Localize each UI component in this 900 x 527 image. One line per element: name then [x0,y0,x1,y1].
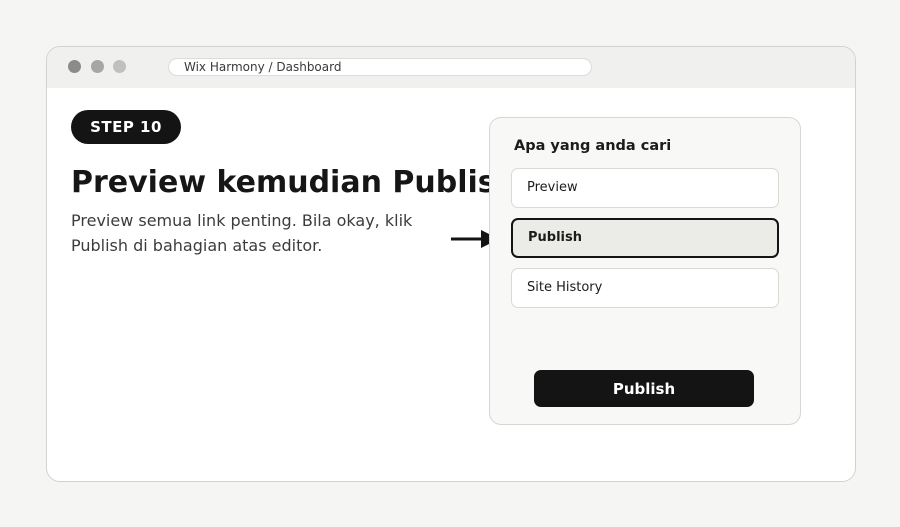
page-content: STEP 10 Preview kemudian Publish Preview… [47,88,855,481]
window-close-dot[interactable] [68,60,81,73]
step-badge: STEP 10 [71,110,181,144]
browser-chrome: Wix Harmony / Dashboard [47,47,855,88]
option-site-history[interactable]: Site History [511,268,779,308]
address-bar[interactable]: Wix Harmony / Dashboard [168,58,592,76]
publish-button[interactable]: Publish [534,370,754,407]
option-publish[interactable]: Publish [511,218,779,258]
search-panel: Apa yang anda cari Preview Publish Site … [489,117,801,425]
window-maximize-dot[interactable] [113,60,126,73]
window-minimize-dot[interactable] [91,60,104,73]
browser-window: Wix Harmony / Dashboard STEP 10 Preview … [46,46,856,482]
panel-title: Apa yang anda cari [514,138,672,154]
page-title: Preview kemudian Publish [71,165,491,200]
option-preview[interactable]: Preview [511,168,779,208]
step-description: Preview semua link penting. Bila okay, k… [71,211,413,255]
